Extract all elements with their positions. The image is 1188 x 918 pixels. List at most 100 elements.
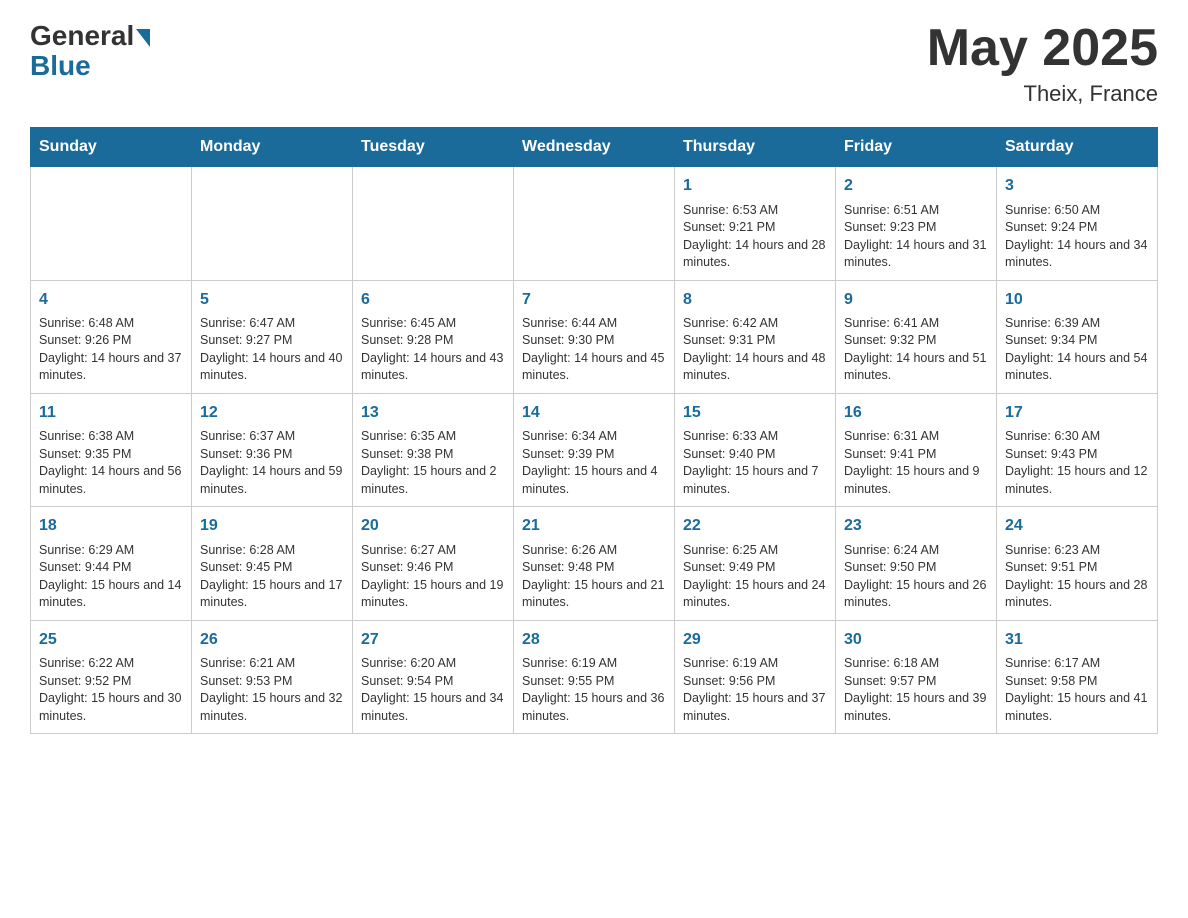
day-info: Sunrise: 6:19 AM Sunset: 9:56 PM Dayligh… <box>683 655 827 725</box>
logo-general-text: General <box>30 20 134 52</box>
day-number: 11 <box>39 402 183 424</box>
calendar-cell <box>31 167 192 280</box>
calendar-cell: 19 Sunrise: 6:28 AM Sunset: 9:45 PM Dayli… <box>192 507 353 620</box>
day-info: Sunrise: 6:29 AM Sunset: 9:44 PM Dayligh… <box>39 542 183 612</box>
calendar-cell: 29 Sunrise: 6:19 AM Sunset: 9:56 PM Dayli… <box>675 620 836 733</box>
calendar-cell: 9Sunrise: 6:41 AM Sunset: 9:32 PM Daylig… <box>836 280 997 393</box>
calendar-cell: 5 Sunrise: 6:47 AM Sunset: 9:27 PM Daylig… <box>192 280 353 393</box>
day-info: Sunrise: 6:30 AM Sunset: 9:43 PM Dayligh… <box>1005 428 1149 498</box>
calendar-cell: 7 Sunrise: 6:44 AM Sunset: 9:30 PM Daylig… <box>514 280 675 393</box>
day-number: 20 <box>361 515 505 537</box>
calendar-location: Theix, France <box>927 81 1158 107</box>
calendar-week-5: 25 Sunrise: 6:22 AM Sunset: 9:52 PM Dayli… <box>31 620 1158 733</box>
day-number: 12 <box>200 402 344 424</box>
day-number: 28 <box>522 629 666 651</box>
day-info: Sunrise: 6:44 AM Sunset: 9:30 PM Dayligh… <box>522 315 666 385</box>
day-number: 26 <box>200 629 344 651</box>
calendar-cell: 8 Sunrise: 6:42 AM Sunset: 9:31 PM Daylig… <box>675 280 836 393</box>
day-number: 15 <box>683 402 827 424</box>
calendar-cell: 10Sunrise: 6:39 AM Sunset: 9:34 PM Dayli… <box>997 280 1158 393</box>
calendar-cell: 25 Sunrise: 6:22 AM Sunset: 9:52 PM Dayli… <box>31 620 192 733</box>
calendar-cell: 17Sunrise: 6:30 AM Sunset: 9:43 PM Dayli… <box>997 393 1158 506</box>
day-number: 16 <box>844 402 988 424</box>
day-number: 18 <box>39 515 183 537</box>
day-info: Sunrise: 6:17 AM Sunset: 9:58 PM Dayligh… <box>1005 655 1149 725</box>
day-info: Sunrise: 6:20 AM Sunset: 9:54 PM Dayligh… <box>361 655 505 725</box>
day-info: Sunrise: 6:23 AM Sunset: 9:51 PM Dayligh… <box>1005 542 1149 612</box>
calendar-cell: 16 Sunrise: 6:31 AM Sunset: 9:41 PM Dayli… <box>836 393 997 506</box>
day-info: Sunrise: 6:19 AM Sunset: 9:55 PM Dayligh… <box>522 655 666 725</box>
calendar-cell: 15 Sunrise: 6:33 AM Sunset: 9:40 PM Dayli… <box>675 393 836 506</box>
calendar-cell: 3 Sunrise: 6:50 AM Sunset: 9:24 PM Daylig… <box>997 167 1158 280</box>
day-info: Sunrise: 6:28 AM Sunset: 9:45 PM Dayligh… <box>200 542 344 612</box>
calendar-week-1: 1 Sunrise: 6:53 AM Sunset: 9:21 PM Daylig… <box>31 167 1158 280</box>
day-info: Sunrise: 6:24 AM Sunset: 9:50 PM Dayligh… <box>844 542 988 612</box>
calendar-week-3: 11 Sunrise: 6:38 AM Sunset: 9:35 PM Dayli… <box>31 393 1158 506</box>
day-info: Sunrise: 6:48 AM Sunset: 9:26 PM Dayligh… <box>39 315 183 385</box>
day-info: Sunrise: 6:37 AM Sunset: 9:36 PM Dayligh… <box>200 428 344 498</box>
weekday-header-friday: Friday <box>836 128 997 167</box>
calendar-cell: 27Sunrise: 6:20 AM Sunset: 9:54 PM Dayli… <box>353 620 514 733</box>
day-info: Sunrise: 6:47 AM Sunset: 9:27 PM Dayligh… <box>200 315 344 385</box>
day-number: 8 <box>683 289 827 311</box>
day-number: 10 <box>1005 289 1149 311</box>
day-info: Sunrise: 6:33 AM Sunset: 9:40 PM Dayligh… <box>683 428 827 498</box>
calendar-cell: 6Sunrise: 6:45 AM Sunset: 9:28 PM Daylig… <box>353 280 514 393</box>
calendar-week-2: 4 Sunrise: 6:48 AM Sunset: 9:26 PM Daylig… <box>31 280 1158 393</box>
day-info: Sunrise: 6:27 AM Sunset: 9:46 PM Dayligh… <box>361 542 505 612</box>
day-info: Sunrise: 6:26 AM Sunset: 9:48 PM Dayligh… <box>522 542 666 612</box>
day-number: 25 <box>39 629 183 651</box>
day-info: Sunrise: 6:35 AM Sunset: 9:38 PM Dayligh… <box>361 428 505 498</box>
calendar-cell: 30 Sunrise: 6:18 AM Sunset: 9:57 PM Dayli… <box>836 620 997 733</box>
calendar-cell: 11 Sunrise: 6:38 AM Sunset: 9:35 PM Dayli… <box>31 393 192 506</box>
weekday-header-thursday: Thursday <box>675 128 836 167</box>
day-info: Sunrise: 6:21 AM Sunset: 9:53 PM Dayligh… <box>200 655 344 725</box>
logo-blue-text: Blue <box>30 50 91 82</box>
day-number: 29 <box>683 629 827 651</box>
day-number: 7 <box>522 289 666 311</box>
day-number: 21 <box>522 515 666 537</box>
day-number: 24 <box>1005 515 1149 537</box>
day-info: Sunrise: 6:18 AM Sunset: 9:57 PM Dayligh… <box>844 655 988 725</box>
day-info: Sunrise: 6:25 AM Sunset: 9:49 PM Dayligh… <box>683 542 827 612</box>
day-number: 31 <box>1005 629 1149 651</box>
day-number: 1 <box>683 175 827 197</box>
day-number: 5 <box>200 289 344 311</box>
calendar-cell: 22 Sunrise: 6:25 AM Sunset: 9:49 PM Dayli… <box>675 507 836 620</box>
day-number: 2 <box>844 175 988 197</box>
calendar-cell: 4 Sunrise: 6:48 AM Sunset: 9:26 PM Daylig… <box>31 280 192 393</box>
calendar-cell <box>514 167 675 280</box>
day-number: 22 <box>683 515 827 537</box>
calendar-cell: 28 Sunrise: 6:19 AM Sunset: 9:55 PM Dayli… <box>514 620 675 733</box>
page-header: General Blue May 2025 Theix, France <box>30 20 1158 107</box>
calendar-cell: 1 Sunrise: 6:53 AM Sunset: 9:21 PM Daylig… <box>675 167 836 280</box>
day-number: 23 <box>844 515 988 537</box>
calendar-cell <box>192 167 353 280</box>
day-info: Sunrise: 6:50 AM Sunset: 9:24 PM Dayligh… <box>1005 202 1149 272</box>
logo: General Blue <box>30 20 150 82</box>
calendar-cell: 21 Sunrise: 6:26 AM Sunset: 9:48 PM Dayli… <box>514 507 675 620</box>
day-number: 13 <box>361 402 505 424</box>
calendar-cell: 26 Sunrise: 6:21 AM Sunset: 9:53 PM Dayli… <box>192 620 353 733</box>
day-number: 14 <box>522 402 666 424</box>
day-info: Sunrise: 6:31 AM Sunset: 9:41 PM Dayligh… <box>844 428 988 498</box>
logo-arrow-icon <box>136 29 150 47</box>
day-info: Sunrise: 6:45 AM Sunset: 9:28 PM Dayligh… <box>361 315 505 385</box>
calendar-cell: 14Sunrise: 6:34 AM Sunset: 9:39 PM Dayli… <box>514 393 675 506</box>
calendar-cell: 24 Sunrise: 6:23 AM Sunset: 9:51 PM Dayli… <box>997 507 1158 620</box>
weekday-header-wednesday: Wednesday <box>514 128 675 167</box>
day-number: 4 <box>39 289 183 311</box>
day-number: 19 <box>200 515 344 537</box>
calendar-cell: 12 Sunrise: 6:37 AM Sunset: 9:36 PM Dayli… <box>192 393 353 506</box>
calendar-cell: 20 Sunrise: 6:27 AM Sunset: 9:46 PM Dayli… <box>353 507 514 620</box>
calendar-table: SundayMondayTuesdayWednesdayThursdayFrid… <box>30 127 1158 734</box>
day-number: 30 <box>844 629 988 651</box>
day-info: Sunrise: 6:22 AM Sunset: 9:52 PM Dayligh… <box>39 655 183 725</box>
calendar-cell: 31 Sunrise: 6:17 AM Sunset: 9:58 PM Dayli… <box>997 620 1158 733</box>
weekday-header-saturday: Saturday <box>997 128 1158 167</box>
day-info: Sunrise: 6:53 AM Sunset: 9:21 PM Dayligh… <box>683 202 827 272</box>
day-info: Sunrise: 6:42 AM Sunset: 9:31 PM Dayligh… <box>683 315 827 385</box>
weekday-header-tuesday: Tuesday <box>353 128 514 167</box>
day-number: 3 <box>1005 175 1149 197</box>
day-info: Sunrise: 6:38 AM Sunset: 9:35 PM Dayligh… <box>39 428 183 498</box>
